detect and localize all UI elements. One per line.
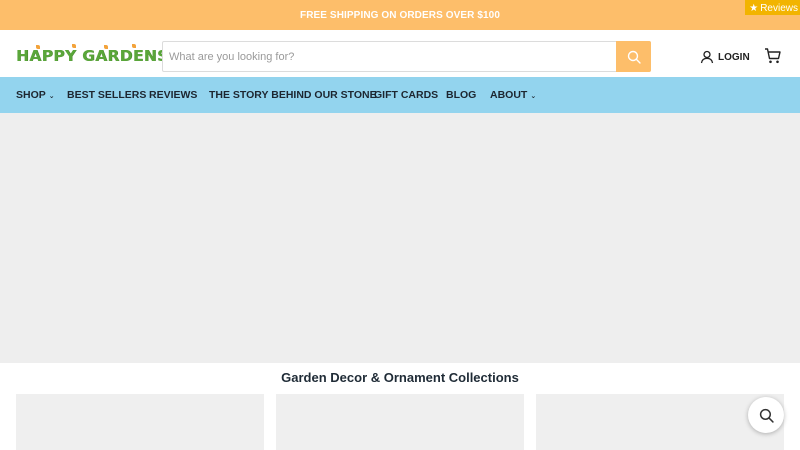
chevron-down-icon: ⌄: [48, 93, 55, 100]
logo-leaf-decoration: [132, 44, 136, 48]
collections-section-title: Garden Decor & Ornament Collections: [281, 370, 519, 385]
nav-item-gift-cards[interactable]: GIFT CARDS: [374, 77, 438, 113]
nav-item-label: BEST SELLERS: [67, 89, 147, 101]
nav-item-label: GIFT CARDS: [374, 89, 439, 101]
search-icon: [759, 408, 774, 423]
floating-search-button[interactable]: [748, 397, 784, 433]
site-header: HAPPY GARDENS LOGIN: [0, 30, 800, 77]
announcement-text: FREE SHIPPING ON ORDERS OVER $100: [299, 9, 501, 21]
search-input[interactable]: [163, 42, 617, 71]
reviews-tab-label: Reviews: [760, 2, 798, 14]
star-icon: ★: [749, 2, 759, 14]
search-icon: [627, 50, 641, 64]
nav-item-label: ABOUT: [490, 89, 528, 101]
reviews-tab[interactable]: ★ Reviews: [745, 0, 800, 15]
announcement-bar: FREE SHIPPING ON ORDERS OVER $100: [0, 0, 800, 30]
logo-text: HAPPY GARDENS: [16, 47, 169, 65]
nav-item-best-sellers[interactable]: BEST SELLERS: [67, 77, 146, 113]
nav-item-label: BLOG: [446, 89, 477, 101]
site-logo[interactable]: HAPPY GARDENS: [16, 44, 168, 67]
collection-card[interactable]: [536, 394, 784, 450]
collection-card[interactable]: [276, 394, 524, 450]
collection-card[interactable]: [16, 394, 264, 450]
nav-item-label: REVIEWS: [149, 89, 198, 101]
search-button[interactable]: [616, 41, 651, 72]
nav-item-about[interactable]: ABOUT ⌄: [490, 77, 536, 113]
cart-icon: [765, 48, 781, 64]
nav-item-label: SHOP: [16, 89, 46, 101]
search-bar: [162, 41, 651, 72]
logo-leaf-decoration: [104, 45, 108, 49]
logo-leaf-decoration: [36, 45, 40, 49]
nav-item-reviews[interactable]: REVIEWS: [149, 77, 197, 113]
nav-item-blog[interactable]: BLOG: [446, 77, 476, 113]
nav-item-story[interactable]: THE STORY BEHIND OUR STONE: [209, 77, 377, 113]
nav-item-label: THE STORY BEHIND OUR STONE: [209, 89, 377, 101]
cart-button[interactable]: [764, 47, 782, 65]
login-label: LOGIN: [718, 51, 750, 63]
logo-leaf-decoration: [72, 44, 76, 48]
nav-item-shop[interactable]: SHOP ⌄: [16, 77, 55, 113]
main-nav: SHOP ⌄ BEST SELLERS REVIEWS THE STORY BE…: [0, 77, 800, 113]
user-icon: [700, 50, 714, 64]
hero-banner-placeholder[interactable]: [0, 113, 800, 363]
chevron-down-icon: ⌄: [530, 93, 537, 100]
login-link[interactable]: LOGIN: [700, 49, 750, 65]
